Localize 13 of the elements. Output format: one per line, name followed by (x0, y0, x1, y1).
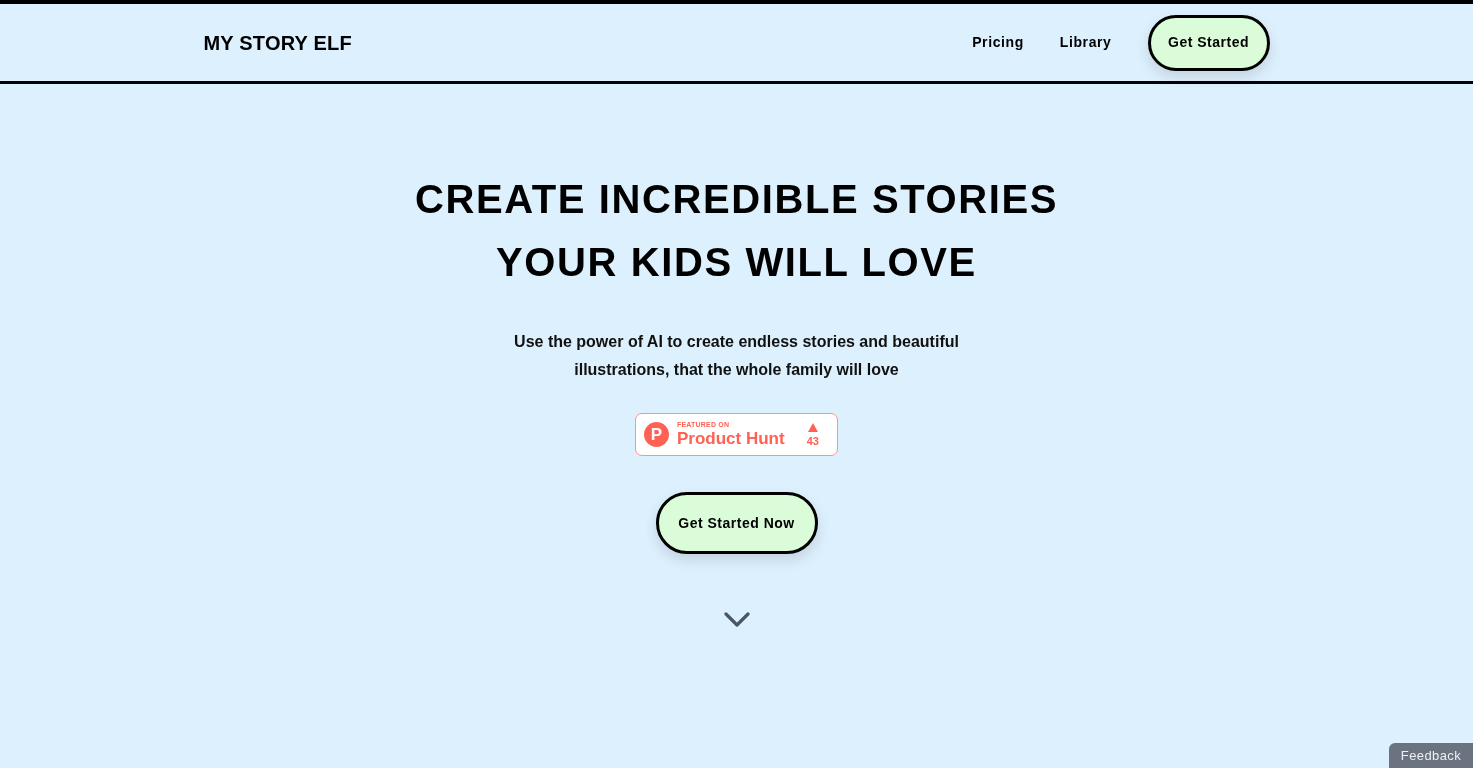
feedback-tab[interactable]: Feedback (1389, 743, 1473, 768)
chevron-down-icon[interactable] (723, 612, 750, 628)
nav-link[interactable]: Library (1059, 32, 1112, 53)
badge-title: Product Hunt (677, 429, 785, 448)
hero-subtitle: Use the power of AI to create endless stories and beautiful illustrations, that the whole family will love (513, 332, 960, 380)
get-started-now-button[interactable]: Get Started Now (655, 492, 818, 554)
nav-link[interactable]: Pricing (972, 32, 1024, 53)
product-hunt-logo: P (644, 422, 669, 447)
hero-title: CREATE INCREDIBLE STORIES YOUR KIDS WILL LOVE (415, 176, 1058, 286)
site-logo[interactable]: MY STORY ELF (203, 27, 352, 58)
upvote-triangle-icon (807, 422, 818, 432)
get-started-button[interactable]: Get Started (1147, 14, 1270, 71)
vote-count: 43 (806, 434, 819, 447)
